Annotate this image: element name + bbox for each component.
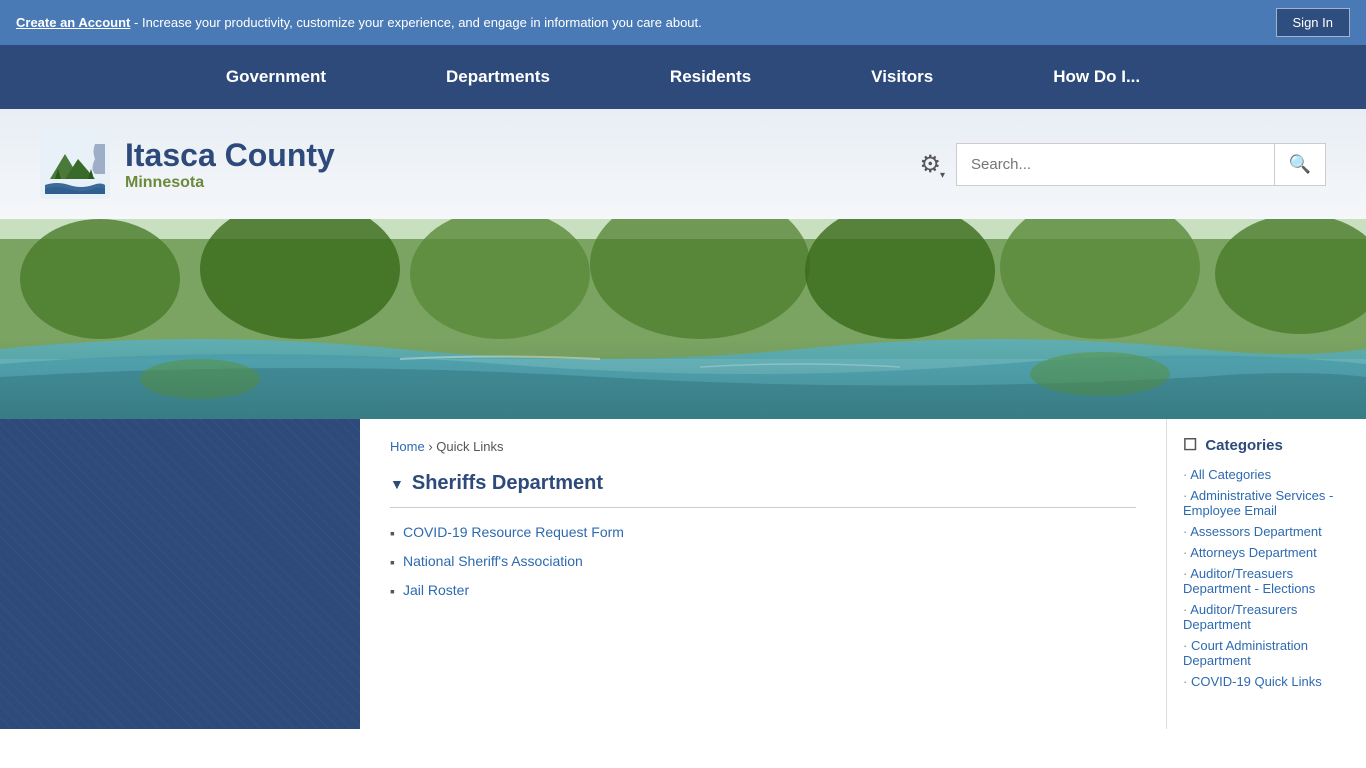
link-covid[interactable]: COVID-19 Resource Request Form	[403, 524, 624, 540]
list-item: Auditor/Treasuers Department - Elections	[1183, 566, 1350, 596]
categories-icon: ☐	[1183, 435, 1197, 455]
list-item: Auditor/Treasurers Department	[1183, 602, 1350, 632]
collapse-icon[interactable]: ▼	[390, 476, 404, 492]
cat-attorneys[interactable]: Attorneys Department	[1190, 545, 1316, 560]
list-item: Attorneys Department	[1183, 545, 1350, 560]
cat-auditor-treasurers[interactable]: Auditor/Treasurers Department	[1183, 602, 1297, 632]
right-sidebar: ☐ Categories All Categories Administrati…	[1166, 419, 1366, 729]
cat-admin[interactable]: Administrative Services - Employee Email	[1183, 488, 1333, 518]
list-item: All Categories	[1183, 467, 1350, 482]
link-sheriffs[interactable]: National Sheriff's Association	[403, 553, 583, 569]
section-title: Sheriffs Department	[412, 472, 603, 495]
sign-in-button[interactable]: Sign In	[1276, 8, 1350, 37]
section-header: ▼ Sheriffs Department	[390, 472, 1136, 495]
search-button[interactable]: 🔍	[1274, 144, 1325, 185]
logo-area: Itasca County Minnesota	[40, 129, 335, 199]
breadcrumb-current: Quick Links	[436, 439, 503, 454]
search-box: 🔍	[956, 143, 1326, 186]
gear-badge: ▾	[940, 170, 945, 181]
nav-residents[interactable]: Residents	[610, 45, 811, 109]
list-item: Administrative Services - Employee Email	[1183, 488, 1350, 518]
categories-title: Categories	[1205, 437, 1283, 454]
site-title: Itasca County	[125, 137, 335, 174]
categories-header: ☐ Categories	[1183, 435, 1350, 455]
breadcrumb: Home › Quick Links	[390, 439, 1136, 454]
list-item: National Sheriff's Association	[390, 553, 1136, 570]
cat-all[interactable]: All Categories	[1190, 467, 1271, 482]
breadcrumb-home[interactable]: Home	[390, 439, 425, 454]
nav-visitors[interactable]: Visitors	[811, 45, 993, 109]
create-account-link[interactable]: Create an Account	[16, 15, 130, 30]
list-item: Jail Roster	[390, 582, 1136, 599]
top-bar-text: - Increase your productivity, customize …	[134, 15, 702, 30]
site-logo-icon	[40, 129, 110, 199]
cat-auditor-elections[interactable]: Auditor/Treasuers Department - Elections	[1183, 566, 1315, 596]
list-item: COVID-19 Resource Request Form	[390, 524, 1136, 541]
search-input[interactable]	[957, 144, 1274, 185]
nav-government[interactable]: Government	[166, 45, 386, 109]
cat-covid[interactable]: COVID-19 Quick Links	[1191, 674, 1322, 689]
site-subtitle: Minnesota	[125, 174, 335, 192]
main-content: Home › Quick Links ▼ Sheriffs Department…	[360, 419, 1166, 729]
list-item: COVID-19 Quick Links	[1183, 674, 1350, 689]
top-bar-message: Create an Account - Increase your produc…	[16, 15, 702, 30]
gear-icon: ⚙	[919, 151, 941, 178]
list-item: Assessors Department	[1183, 524, 1350, 539]
nav-how-do-i[interactable]: How Do I...	[993, 45, 1200, 109]
logo-text: Itasca County Minnesota	[125, 137, 335, 192]
links-list: COVID-19 Resource Request Form National …	[390, 524, 1136, 599]
cat-assessors[interactable]: Assessors Department	[1190, 524, 1322, 539]
nav-departments[interactable]: Departments	[386, 45, 610, 109]
hero-image	[0, 219, 1366, 419]
search-area: ⚙ ▾ 🔍	[919, 143, 1326, 186]
list-item: Court Administration Department	[1183, 638, 1350, 668]
settings-icon-wrapper[interactable]: ⚙ ▾	[919, 150, 941, 179]
section-divider	[390, 507, 1136, 508]
top-bar: Create an Account - Increase your produc…	[0, 0, 1366, 45]
link-jail[interactable]: Jail Roster	[403, 582, 469, 598]
site-header: Itasca County Minnesota ⚙ ▾ 🔍	[0, 109, 1366, 219]
category-list: All Categories Administrative Services -…	[1183, 467, 1350, 689]
content-wrapper: Home › Quick Links ▼ Sheriffs Department…	[0, 419, 1366, 729]
cat-court[interactable]: Court Administration Department	[1183, 638, 1308, 668]
left-sidebar	[0, 419, 360, 729]
search-icon: 🔍	[1289, 154, 1311, 174]
main-navigation: Government Departments Residents Visitor…	[0, 45, 1366, 109]
